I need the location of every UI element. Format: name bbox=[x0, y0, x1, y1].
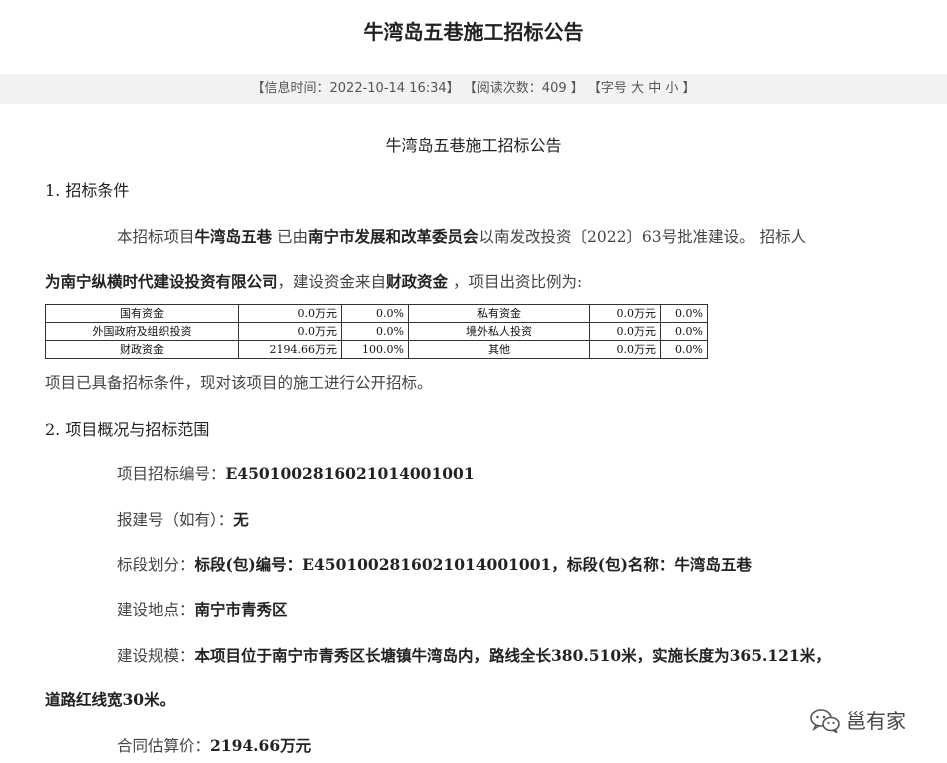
lot-division-value: 标段(包)编号：E4501002816021014001001，标段(包)名称：… bbox=[194, 555, 752, 574]
funding-table-cell: 0.0% bbox=[341, 322, 409, 341]
section2-heading: 2. 项目概况与招标范围 bbox=[45, 420, 210, 439]
tenderer-name: 为南宁纵横时代建设投资有限公司 bbox=[45, 272, 278, 291]
section1-paragraph1: 本招标项目牛湾岛五巷 已由南宁市发展和改革委员会以南发改投资〔2022〕63号批… bbox=[117, 225, 947, 249]
font-size-medium-link[interactable]: 中 bbox=[648, 81, 661, 96]
info-time: 【信息时间：2022-10-14 16:34】 bbox=[251, 81, 460, 96]
funding-table-cell: 财政资金 bbox=[45, 340, 239, 359]
text-segment: 已由 bbox=[272, 228, 308, 246]
lot-division-label: 标段划分： bbox=[117, 556, 195, 574]
construction-location: 建设地点：南宁市青秀区 bbox=[117, 598, 947, 622]
text-segment: 以南发改投资〔2022〕63号批准建设。 招标人 bbox=[478, 228, 807, 246]
funding-table-cell: 私有资金 bbox=[408, 304, 590, 323]
tender-number: 项目招标编号：E4501002816021014001001 bbox=[117, 462, 947, 486]
funding-table-cell: 境外私人投资 bbox=[408, 322, 590, 341]
contract-price: 合同估算价：2194.66万元 bbox=[117, 734, 947, 758]
funding-table-cell: 0.0% bbox=[660, 340, 708, 359]
text-segment: ，项目出资比例为: bbox=[448, 273, 583, 291]
funding-table-cell: 0.0万元 bbox=[589, 322, 661, 341]
construction-scale: 建设规模：本项目位于南宁市青秀区长塘镇牛湾岛内，路线全长380.510米，实施长… bbox=[117, 644, 947, 668]
section1-heading: 1. 招标条件 bbox=[45, 181, 130, 200]
funding-table-cell: 0.0% bbox=[660, 322, 708, 341]
report-number: 报建号（如有）：无 bbox=[117, 508, 947, 532]
price-value: 2194.66万元 bbox=[210, 736, 312, 755]
funding-table-body: 国有资金 0.0万元 0.0% 私有资金 0.0万元 0.0% 外国政府及组织投资 0.0万元… bbox=[45, 304, 708, 359]
article-title: 牛湾岛五巷施工招标公告 bbox=[385, 136, 562, 155]
section1-paragraph2: 为南宁纵横时代建设投资有限公司，建设资金来自财政资金 ，项目出资比例为: bbox=[45, 270, 915, 294]
page-header-title: 牛湾岛五巷施工招标公告 bbox=[363, 20, 584, 44]
approver-name: 南宁市发展和改革委员会 bbox=[307, 227, 479, 246]
font-size-large-link[interactable]: 大 bbox=[631, 81, 644, 96]
funding-table-cell: 2194.66万元 bbox=[238, 340, 342, 359]
lot-division: 标段划分：标段(包)编号：E4501002816021014001001，标段(… bbox=[117, 553, 947, 577]
read-count: 【阅读次数：409 】 bbox=[463, 81, 584, 96]
funding-table-cell: 0.0万元 bbox=[589, 340, 661, 359]
scale-value-line2: 道路红线宽30米。 bbox=[45, 690, 176, 709]
section1-paragraph3: 项目已具备招标条件，现对该项目的施工进行公开招标。 bbox=[45, 374, 433, 392]
funding-table-cell: 其他 bbox=[408, 340, 590, 359]
wechat-watermark: 邕有家 bbox=[810, 706, 906, 736]
font-size-small-link[interactable]: 小 bbox=[665, 81, 678, 96]
text-segment: 本招标项目 bbox=[117, 228, 195, 246]
funding-table-row: 外国政府及组织投资 0.0万元 0.0% 境外私人投资 0.0万元 0.0% bbox=[45, 322, 708, 341]
funding-table-cell: 100.0% bbox=[341, 340, 409, 359]
text-segment: ，建设资金来自 bbox=[277, 273, 387, 291]
price-label: 合同估算价： bbox=[117, 737, 211, 755]
watermark-text: 邕有家 bbox=[846, 709, 906, 733]
funding-table-cell: 0.0% bbox=[341, 304, 409, 323]
funding-table-cell: 外国政府及组织投资 bbox=[45, 322, 239, 341]
funding-table-cell: 国有资金 bbox=[45, 304, 239, 323]
funding-table: 国有资金 0.0万元 0.0% 私有资金 0.0万元 0.0% 外国政府及组织投资 0.0万元… bbox=[45, 304, 708, 359]
tender-number-label: 项目招标编号： bbox=[117, 465, 226, 483]
report-number-label: 报建号（如有）： bbox=[117, 511, 234, 529]
funding-table-cell: 0.0万元 bbox=[589, 304, 661, 323]
location-label: 建设地点： bbox=[117, 601, 195, 619]
funding-table-cell: 0.0万元 bbox=[238, 322, 342, 341]
funding-table-row: 财政资金 2194.66万元 100.0% 其他 0.0万元 0.0% bbox=[45, 340, 708, 359]
funding-table-row: 国有资金 0.0万元 0.0% 私有资金 0.0万元 0.0% bbox=[45, 304, 708, 323]
scale-label: 建设规模： bbox=[117, 647, 195, 665]
construction-scale-cont: 道路红线宽30米。 bbox=[45, 688, 915, 712]
meta-bar: 【信息时间：2022-10-14 16:34】 【阅读次数：409 】 【字号 … bbox=[0, 74, 947, 104]
funding-table-cell: 0.0万元 bbox=[238, 304, 342, 323]
font-size-prefix: 【字号 bbox=[587, 81, 632, 96]
scale-value-line1: 本项目位于南宁市青秀区长塘镇牛湾岛内，路线全长380.510米，实施长度为365… bbox=[194, 646, 831, 665]
report-number-value: 无 bbox=[233, 510, 249, 529]
funding-source: 财政资金 bbox=[386, 272, 449, 291]
wechat-icon bbox=[810, 709, 840, 734]
project-name: 牛湾岛五巷 bbox=[194, 227, 273, 246]
funding-table-cell: 0.0% bbox=[660, 304, 708, 323]
font-size-suffix: 】 bbox=[678, 81, 696, 96]
location-value: 南宁市青秀区 bbox=[194, 600, 288, 619]
tender-number-value: E4501002816021014001001 bbox=[225, 464, 475, 483]
